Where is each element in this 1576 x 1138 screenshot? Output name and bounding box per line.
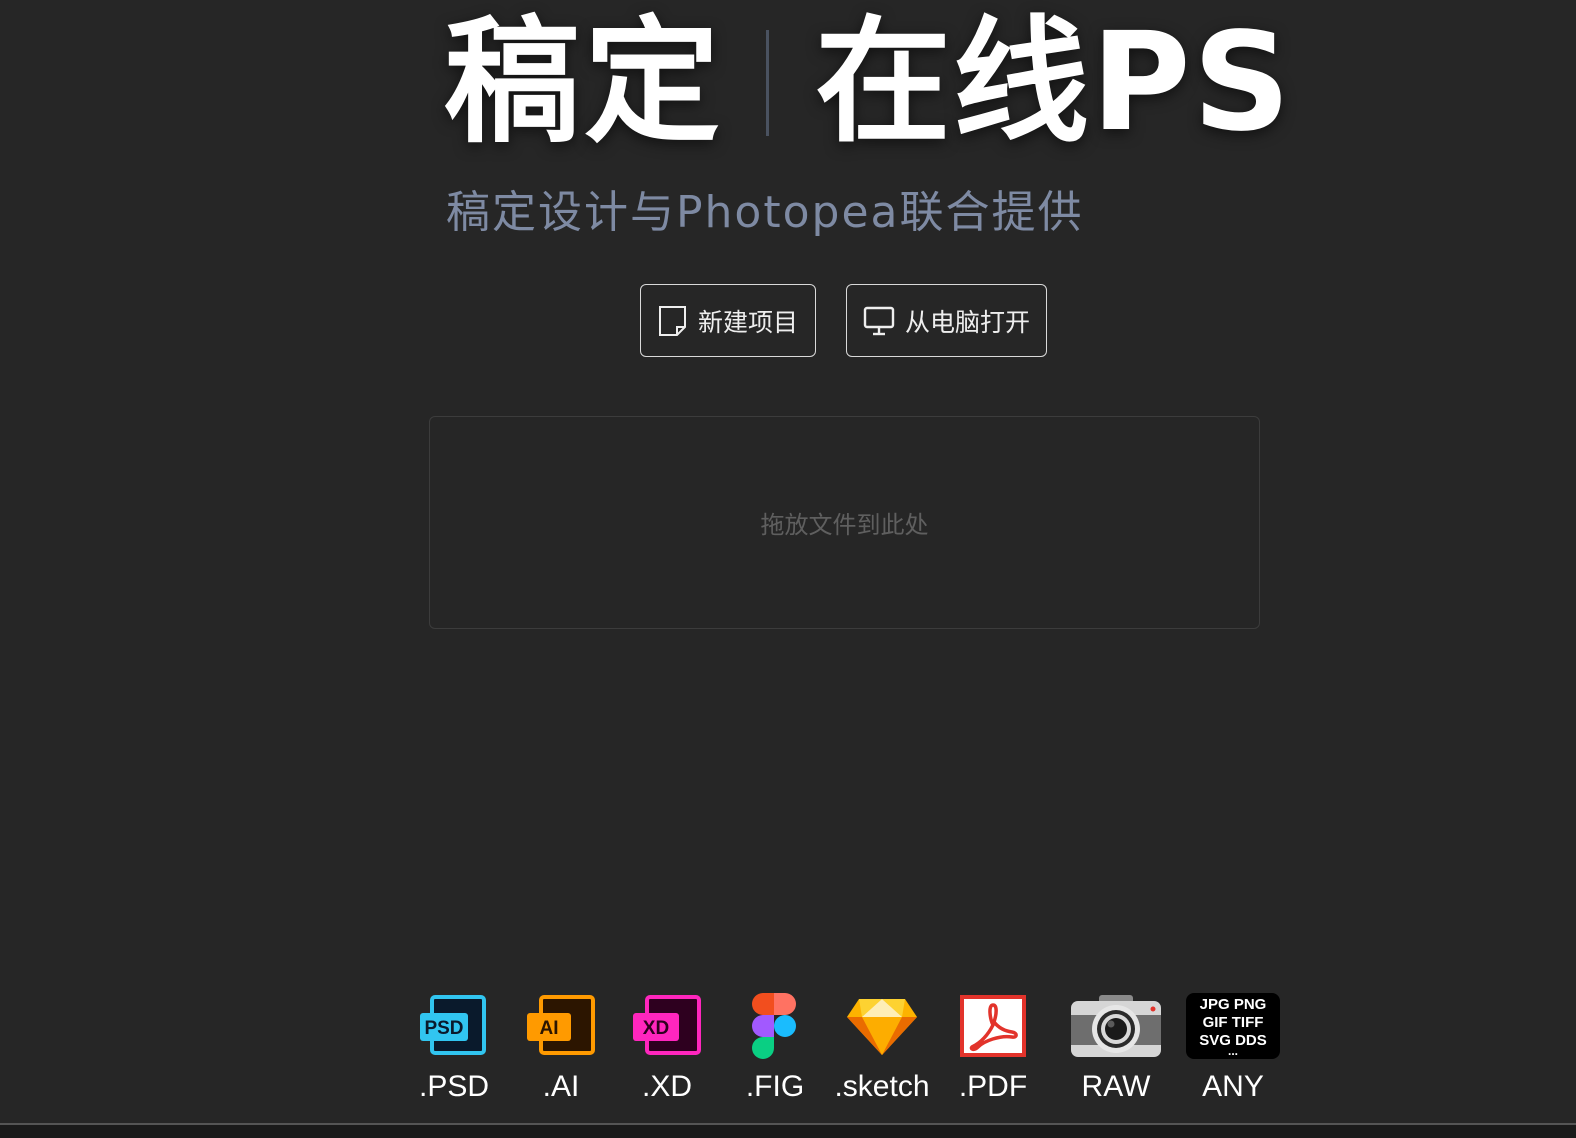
monitor-icon bbox=[863, 306, 895, 336]
product-name: 在线PS bbox=[815, 4, 1293, 162]
format-label: .PDF bbox=[958, 1070, 1028, 1103]
format-label: .sketch bbox=[834, 1070, 930, 1103]
format-item-any: JPG PNG GIF TIFF SVG DDS ... ANY bbox=[1173, 990, 1293, 1104]
any-format-line: JPG PNG bbox=[1200, 996, 1267, 1013]
format-item-pdf: .PDF bbox=[933, 990, 1053, 1104]
new-document-icon bbox=[658, 305, 688, 337]
sketch-icon bbox=[822, 990, 942, 1062]
pdf-icon bbox=[933, 990, 1053, 1062]
new-project-button[interactable]: 新建项目 bbox=[640, 284, 816, 357]
format-label: .PSD bbox=[418, 1070, 490, 1103]
any-format-icon: JPG PNG GIF TIFF SVG DDS ... bbox=[1173, 990, 1293, 1062]
brand-name: 稿定 bbox=[444, 4, 724, 162]
any-format-line: ... bbox=[1228, 1044, 1238, 1058]
any-format-line: GIF TIFF bbox=[1203, 1014, 1264, 1031]
dropzone-text: 拖放文件到此处 bbox=[760, 511, 929, 539]
figma-icon bbox=[715, 990, 835, 1062]
xd-icon: XD bbox=[607, 990, 727, 1062]
new-project-label: 新建项目 bbox=[697, 307, 798, 337]
ai-icon: AI bbox=[501, 990, 621, 1062]
format-item-raw: RAW bbox=[1056, 990, 1176, 1104]
format-item-psd: PSD .PSD bbox=[394, 990, 514, 1104]
format-label: RAW bbox=[1081, 1070, 1151, 1103]
psd-badge-text: PSD bbox=[424, 1018, 463, 1039]
open-from-computer-label: 从电脑打开 bbox=[904, 307, 1030, 337]
format-item-ai: AI .AI bbox=[501, 990, 621, 1104]
format-item-sketch: .sketch bbox=[822, 990, 942, 1104]
camera-icon bbox=[1056, 990, 1176, 1062]
ai-badge-text: AI bbox=[540, 1018, 559, 1039]
format-item-fig: .FIG bbox=[715, 990, 835, 1104]
open-from-computer-button[interactable]: 从电脑打开 bbox=[846, 284, 1047, 357]
format-label: .XD bbox=[641, 1070, 692, 1103]
psd-icon: PSD bbox=[394, 990, 514, 1062]
page: 稿定 在线PS 稿定设计与Photopea联合提供 新建项目 从电脑打开 拖放文… bbox=[0, 0, 1576, 1138]
title-divider bbox=[766, 30, 769, 136]
bottom-bar bbox=[0, 1123, 1576, 1138]
file-dropzone[interactable]: 拖放文件到此处 bbox=[429, 416, 1260, 629]
xd-badge-text: XD bbox=[643, 1018, 669, 1039]
format-label: .FIG bbox=[745, 1070, 805, 1103]
format-item-xd: XD .XD bbox=[607, 990, 727, 1104]
hero-title: 稿定 在线PS bbox=[444, 8, 1293, 158]
supported-formats: PSD .PSD AI .AI XD .XD .FIG .sketch .PDF… bbox=[400, 990, 1300, 1115]
subtitle: 稿定设计与Photopea联合提供 bbox=[446, 187, 1084, 238]
format-label: .AI bbox=[542, 1070, 580, 1103]
format-label: ANY bbox=[1202, 1070, 1264, 1103]
